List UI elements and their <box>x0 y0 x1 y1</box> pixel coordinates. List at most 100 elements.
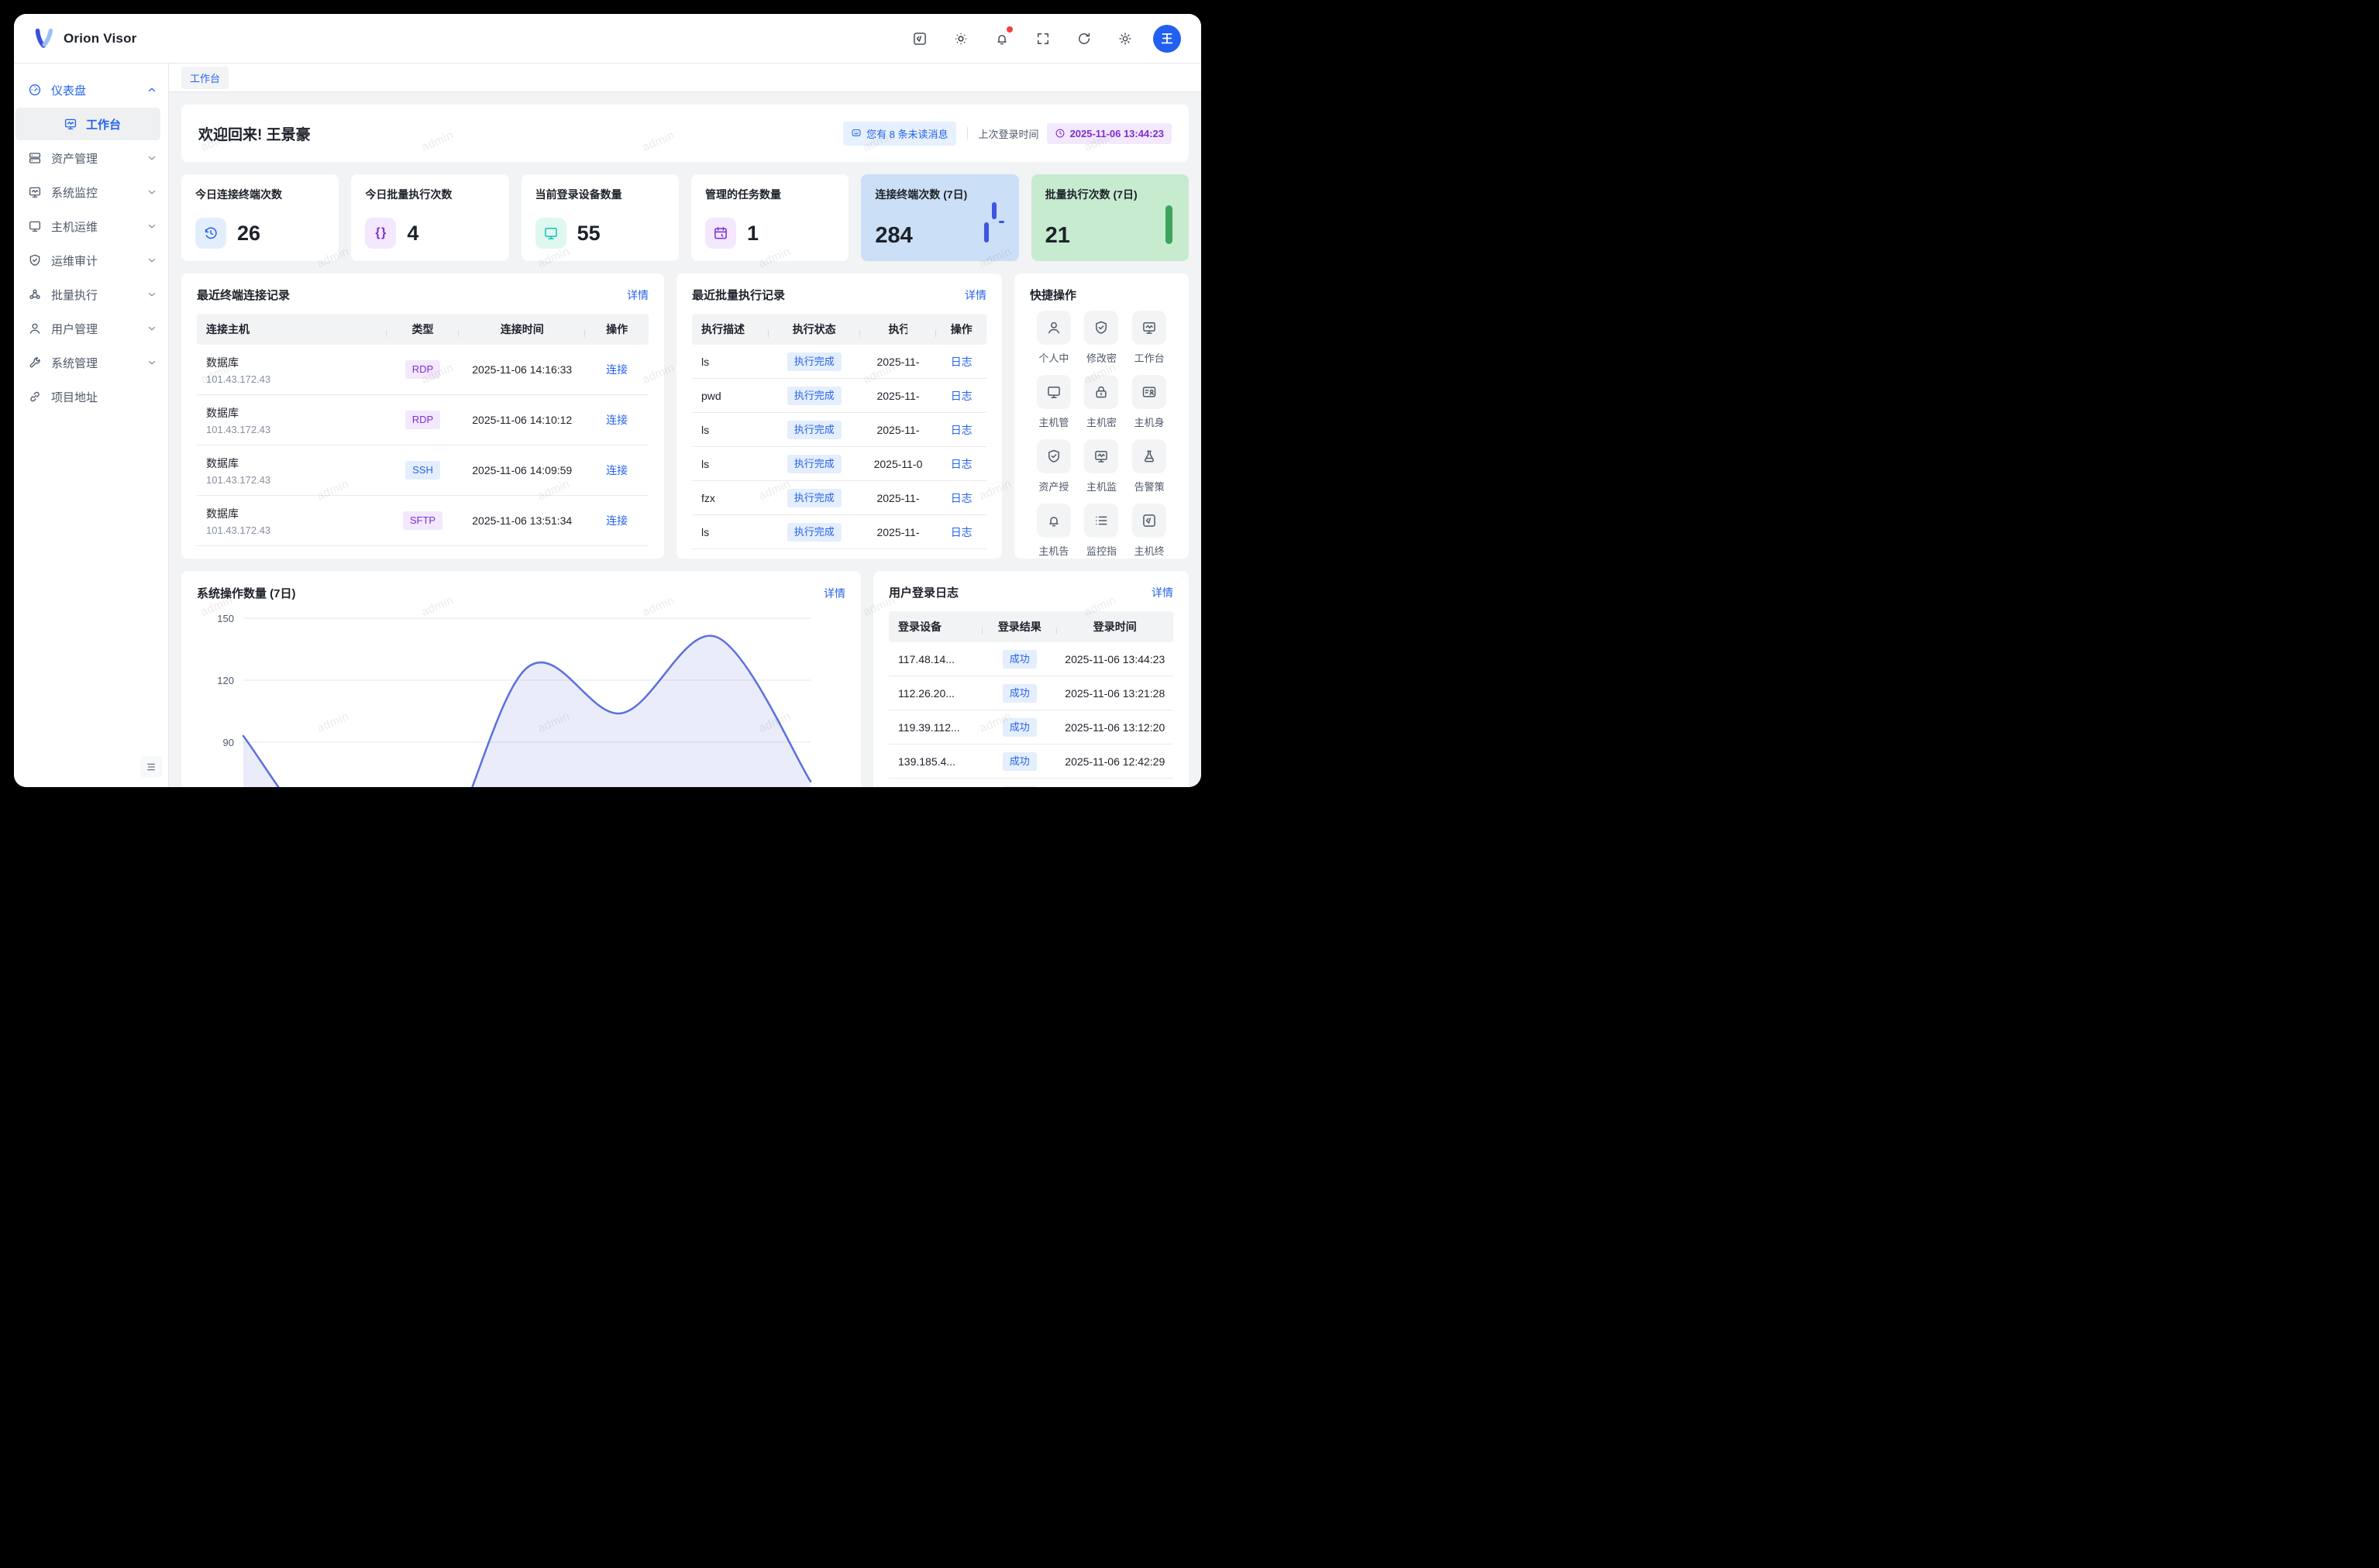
stat-title: 管理的任务数量 <box>705 187 835 202</box>
table-row: ls 执行完成 2025-11- 日志 <box>692 515 986 549</box>
table-row: ls 执行完成 2025-11-0 日志 <box>692 447 986 481</box>
sidebar-item-users[interactable]: 用户管理 <box>14 311 168 346</box>
chevron-down-icon <box>146 187 157 198</box>
quick-action-alarm-policy[interactable]: 告警策 <box>1125 439 1173 493</box>
stat-title: 今日批量执行次数 <box>365 187 494 202</box>
stat-value: 1 <box>747 222 759 246</box>
log-link[interactable]: 日志 <box>951 524 973 540</box>
sidebar-item-label: 系统管理 <box>51 355 146 371</box>
sidebar-item-dashboard[interactable]: 仪表盘 <box>14 73 168 107</box>
protocol-badge: SFTP <box>403 511 442 530</box>
fullscreen-icon[interactable] <box>1030 26 1056 52</box>
login-result-badge: 成功 <box>1003 718 1037 737</box>
flask-icon <box>1132 439 1166 473</box>
system-ops-detail-link[interactable]: 详情 <box>824 586 845 601</box>
stat-title: 批量执行次数 (7日) <box>1045 187 1175 202</box>
quick-action-change-password[interactable]: 修改密 <box>1078 311 1126 365</box>
exec-time: 2025-11-0 <box>860 458 937 470</box>
sidebar-item-audit[interactable]: 运维审计 <box>14 243 168 277</box>
unread-messages-badge[interactable]: 您有 8 条未读消息 <box>843 122 955 146</box>
connect-link[interactable]: 连接 <box>606 513 628 528</box>
quick-action-host-monitor[interactable]: 主机监 <box>1078 439 1126 493</box>
gauge-icon <box>28 83 42 97</box>
quick-action-host-identity[interactable]: 主机身 <box>1125 375 1173 429</box>
sidebar-item-system[interactable]: 系统管理 <box>14 346 168 380</box>
y-tick-label: 120 <box>217 675 234 686</box>
exec-status-badge: 执行完成 <box>787 421 842 439</box>
sidebar-item-assets[interactable]: 资产管理 <box>14 141 168 175</box>
stat-value: 4 <box>407 222 418 246</box>
terminal-records-card: 最近终端连接记录 详情 连接主机 类型 连接时间 操作 数据库101.43.17… <box>181 273 664 559</box>
exec-desc: fzx <box>692 492 769 504</box>
column-header: 登录设备 <box>889 619 983 634</box>
area-chart: 150 120 90 <box>197 607 845 787</box>
breadcrumb-workbench-tab[interactable]: 工作台 <box>181 67 229 89</box>
divider <box>967 127 968 139</box>
connect-link[interactable]: 连接 <box>606 462 628 478</box>
quick-actions-card: 快捷操作 个人中 修改密 工作台 主机管 主机密 主机身 资产授 主机监 告警策… <box>1014 273 1189 559</box>
log-link[interactable]: 日志 <box>951 490 973 506</box>
theme-sun-icon[interactable] <box>948 26 974 52</box>
column-header: 连接主机 <box>197 322 387 337</box>
host-ip: 101.43.172.43 <box>206 474 270 486</box>
protocol-badge: RDP <box>405 411 440 429</box>
cluster-icon <box>28 287 42 301</box>
login-log-detail-link[interactable]: 详情 <box>1152 585 1173 600</box>
login-time: 2025-11-06 13:44:23 <box>1057 653 1173 665</box>
sidebar-item-host-ops[interactable]: 主机运维 <box>14 209 168 243</box>
collapse-sidebar-button[interactable] <box>140 756 162 778</box>
terminal-records-detail-link[interactable]: 详情 <box>627 287 649 303</box>
login-device: 112.26.20... <box>889 687 983 700</box>
quick-action-monitor-metrics[interactable]: 监控指 <box>1078 504 1126 558</box>
table-row: 数据库101.43.172.43 SFTP 2025-11-06 13:51:3… <box>197 496 649 546</box>
quick-action-label: 资产授 <box>1038 479 1069 493</box>
page-content: 欢迎回来! 王景豪 您有 8 条未读消息 上次登录时间 2025-11-06 1… <box>169 92 1201 787</box>
quick-action-host-terminal[interactable]: 主机终 <box>1125 504 1173 558</box>
message-icon <box>851 128 862 139</box>
stat-card-terminal-today: 今日连接终端次数 26 <box>181 174 339 261</box>
refresh-icon[interactable] <box>1071 26 1097 52</box>
protocol-badge: RDP <box>405 360 440 379</box>
quick-action-label: 监控指 <box>1086 543 1117 558</box>
sidebar-item-label: 主机运维 <box>51 218 146 235</box>
login-result-badge: 成功 <box>1003 786 1037 788</box>
calendar-clock-icon <box>705 218 736 249</box>
sidebar-item-monitoring[interactable]: 系统监控 <box>14 175 168 209</box>
quick-action-label: 主机监 <box>1086 479 1117 493</box>
sidebar-item-batch-exec[interactable]: 批量执行 <box>14 277 168 311</box>
log-link[interactable]: 日志 <box>951 422 973 438</box>
sidebar: 仪表盘 工作台 资产管理 系统监控 主机运维 <box>14 64 169 787</box>
log-link[interactable]: 日志 <box>951 354 973 370</box>
login-result-badge: 成功 <box>1003 684 1037 703</box>
notification-bell-icon[interactable] <box>989 26 1015 52</box>
sidebar-item-project-link[interactable]: 项目地址 <box>14 380 168 414</box>
code-square-icon[interactable] <box>907 26 933 52</box>
quick-action-workbench[interactable]: 工作台 <box>1125 311 1173 365</box>
log-link[interactable]: 日志 <box>951 456 973 472</box>
settings-gear-icon[interactable] <box>1112 26 1138 52</box>
quick-action-host-alarm[interactable]: 主机告 <box>1030 504 1078 558</box>
connect-link[interactable]: 连接 <box>606 362 628 377</box>
quick-action-host-key[interactable]: 主机密 <box>1078 375 1126 429</box>
stat-title: 当前登录设备数量 <box>535 187 665 202</box>
quick-action-personal-center[interactable]: 个人中 <box>1030 311 1078 365</box>
log-link[interactable]: 日志 <box>951 388 973 404</box>
exec-desc: ls <box>692 458 769 470</box>
column-header: 登录结果 <box>983 619 1056 634</box>
connect-link[interactable]: 连接 <box>606 412 628 428</box>
quick-actions-grid: 个人中 修改密 工作台 主机管 主机密 主机身 资产授 主机监 告警策 主机告 … <box>1030 311 1173 558</box>
avatar[interactable]: 王 <box>1153 25 1181 53</box>
quick-action-host-manage[interactable]: 主机管 <box>1030 375 1078 429</box>
bell-icon <box>1037 504 1071 538</box>
stat-title: 连接终端次数 (7日) <box>875 187 1004 202</box>
login-device: 139.185.4... <box>889 755 983 768</box>
sidebar-item-workbench[interactable]: 工作台 <box>15 108 160 140</box>
wrench-icon <box>28 356 42 370</box>
exec-desc: ls <box>692 424 769 436</box>
quick-action-asset-grant[interactable]: 资产授 <box>1030 439 1078 493</box>
batch-exec-detail-link[interactable]: 详情 <box>965 287 986 303</box>
table-header: 执行描述 执行状态 执行时间 操作 <box>692 314 986 345</box>
server-icon <box>28 151 42 165</box>
sidebar-item-label: 运维审计 <box>51 253 146 269</box>
exec-status-badge: 执行完成 <box>787 489 842 507</box>
